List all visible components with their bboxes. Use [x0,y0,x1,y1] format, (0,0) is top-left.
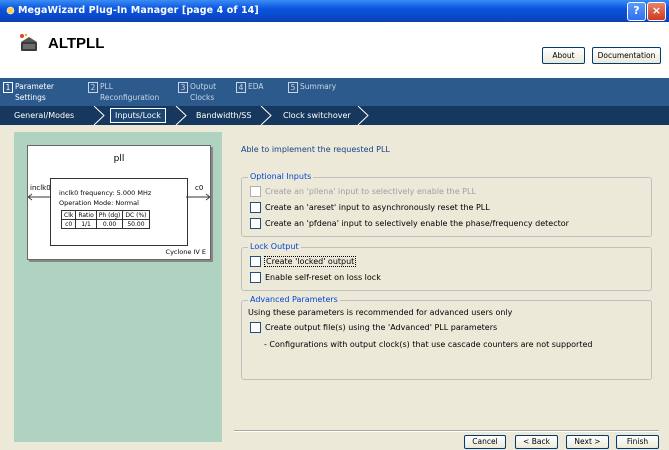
pll-block-diagram: pll inclk0 c0 inclk0 frequency: 5.000 MH… [27,145,211,260]
tab-summary[interactable]: 5 Summary [288,82,336,93]
subtab-clock-switchover[interactable]: Clock switchover [283,106,351,125]
frequency-info: inclk0 frequency: 5.000 MHz [59,189,152,197]
table-cell: c0 [60,219,77,229]
pfdena-checkbox[interactable]: Create an 'pfdena' input to selectively … [250,218,569,229]
locked-output-checkbox[interactable]: Create 'locked' output [250,256,357,267]
table-cell: 0.00 [95,219,124,229]
tab-eda[interactable]: 4 EDA [236,82,264,93]
checkbox-box [250,218,261,229]
parameter-subtabs: General/Modes Inputs/Lock Bandwidth/SS C… [0,106,669,125]
clock-settings-table: Clk Ratio Ph (dg) DC (%) c0 1/1 0.00 50.… [60,210,150,229]
group-legend: Optional Inputs [248,172,314,181]
advanced-parameters-checkbox[interactable]: Create output file(s) using the 'Advance… [250,322,497,333]
device-family-label: Cyclone IV E [165,248,206,256]
finish-button[interactable]: Finish [616,435,659,449]
diagram-pane: pll inclk0 c0 inclk0 frequency: 5.000 MH… [14,132,222,442]
subtab-inputs-lock[interactable]: Inputs/Lock [110,108,166,123]
wizard-tabs: 1 Parameter Settings 2 PLL Reconfiguration… [0,78,669,106]
wizard-icon [20,33,37,51]
checkbox-box [250,186,261,197]
about-button[interactable]: About [542,47,585,64]
documentation-button[interactable]: Documentation [592,47,661,64]
footer-divider [234,430,659,432]
checkbox-box [250,256,261,267]
chevron-right-icon [175,106,187,125]
input-port-label: inclk0 [30,184,51,192]
checkbox-box [250,202,261,213]
table-header-cell: DC (%) [122,210,150,220]
pllena-checkbox[interactable]: Create an 'pllena' input to selectively … [250,186,476,197]
window-title: MegaWizard Plug-In Manager [page 4 of 14… [18,5,259,16]
pll-core-box: inclk0 frequency: 5.000 MHz Operation Mo… [50,178,188,246]
tab-parameter-settings[interactable]: 1 Parameter Settings [3,82,54,102]
subtab-general-modes[interactable]: General/Modes [14,106,74,125]
table-header-row: Clk Ratio Ph (dg) DC (%) [60,210,150,220]
table-header-cell: Ph (dg) [95,210,124,220]
wizard-title: ALTPLL [48,35,105,52]
advanced-parameters-group: Advanced Parameters Using these paramete… [241,295,652,380]
close-button[interactable]: × [647,2,666,21]
next-button[interactable]: Next > [566,435,609,449]
subtab-bandwidth-ss[interactable]: Bandwidth/SS [196,106,251,125]
table-cell: 1/1 [75,219,97,229]
table-header-cell: Clk [60,210,77,220]
table-header-cell: Ratio [75,210,97,220]
help-button[interactable]: ? [627,2,646,21]
checkbox-box [250,272,261,283]
chevron-right-icon [93,106,105,125]
back-button[interactable]: < Back [515,435,558,449]
self-reset-checkbox[interactable]: Enable self-reset on loss lock [250,272,381,283]
areset-checkbox[interactable]: Create an 'areset' input to asynchronous… [250,202,490,213]
cancel-button[interactable]: Cancel [464,435,506,449]
chevron-right-icon [260,106,272,125]
options-pane: Able to implement the requested PLL Opti… [230,132,659,442]
table-row: c0 1/1 0.00 50.00 [60,219,150,229]
operation-mode-info: Operation Mode: Normal [59,199,139,207]
pll-name: pll [113,154,125,164]
optional-inputs-group: Optional Inputs Create an 'pllena' input… [241,172,652,237]
chevron-right-icon [357,106,369,125]
title-bar: MegaWizard Plug-In Manager [page 4 of 14… [0,0,669,22]
checkbox-box [250,322,261,333]
advanced-description: Using these parameters is recommended fo… [248,308,513,317]
lock-output-group: Lock Output Create 'locked' output Enabl… [241,242,652,291]
tab-output-clocks[interactable]: 3 Output Clocks [178,82,216,102]
wizard-header: ALTPLL About Documentation [0,22,669,78]
output-port-label: c0 [195,184,204,192]
tab-pll-reconfiguration[interactable]: 2 PLL Reconfiguration [88,82,159,102]
cascade-counter-note: - Configurations with output clock(s) th… [264,340,593,349]
group-legend: Lock Output [248,242,301,251]
table-cell: 50.00 [122,219,150,229]
status-message: Able to implement the requested PLL [241,145,390,154]
app-icon [6,6,15,15]
group-legend: Advanced Parameters [248,295,340,304]
